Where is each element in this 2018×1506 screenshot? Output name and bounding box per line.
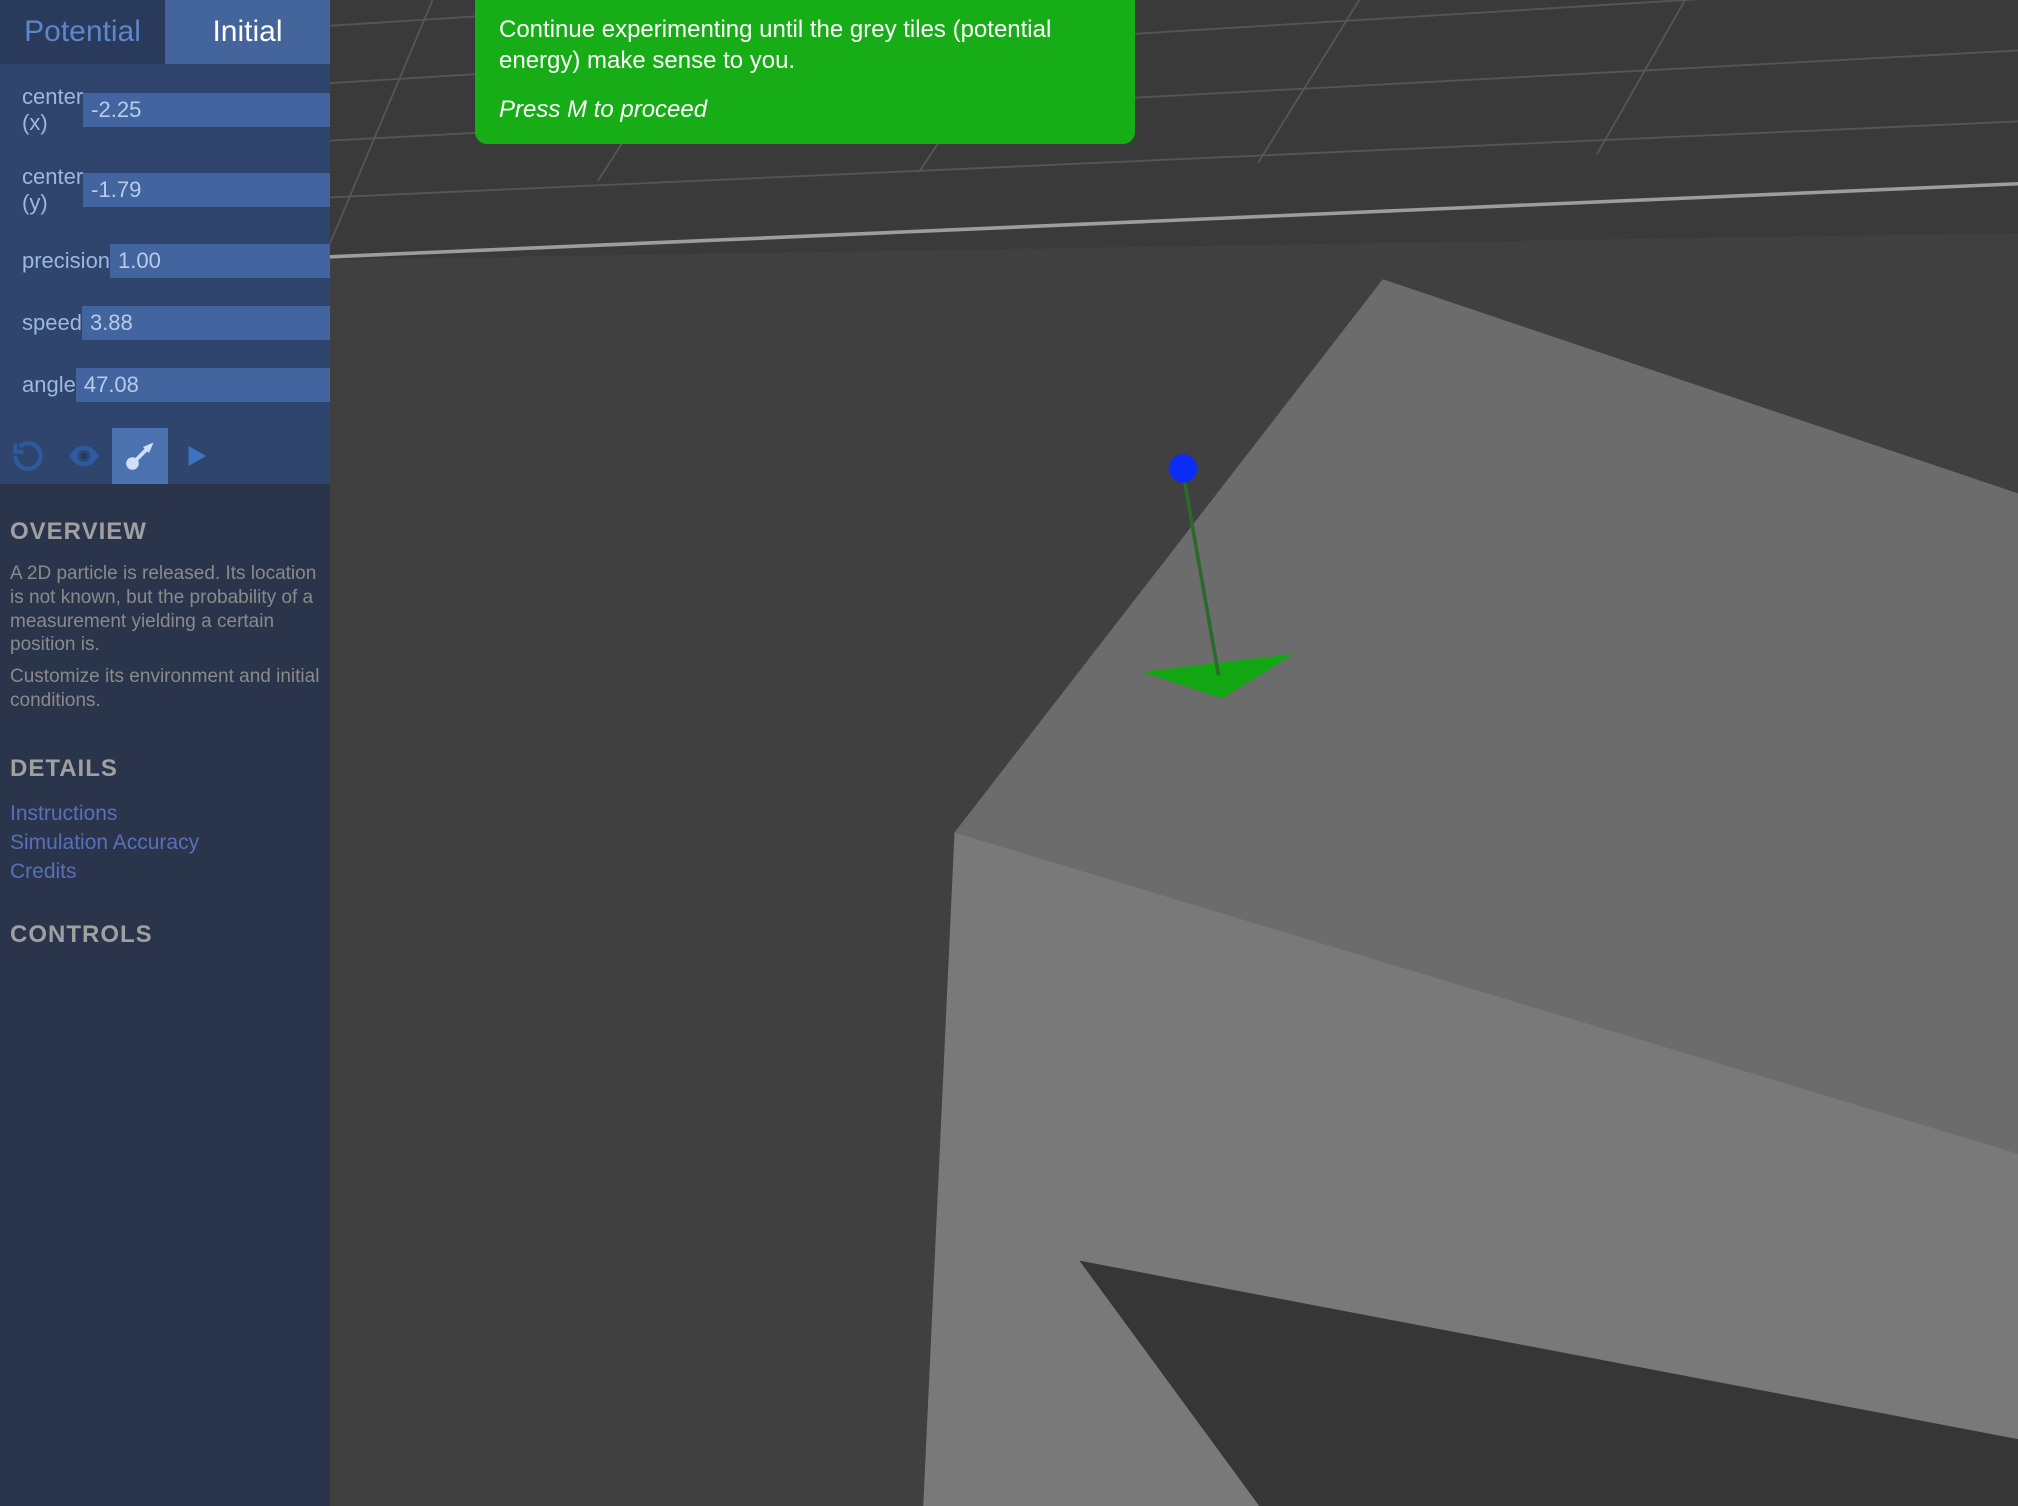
speed-input[interactable] — [82, 306, 330, 340]
param-label: angle — [22, 372, 76, 398]
link-credits[interactable]: Credits — [10, 857, 320, 886]
params-panel: center (x) center (y) precision speed an… — [0, 64, 330, 428]
precision-input[interactable] — [110, 244, 330, 278]
center-x-input[interactable] — [83, 93, 330, 127]
details-heading: DETAILS — [10, 755, 320, 783]
link-simulation-accuracy[interactable]: Simulation Accuracy — [10, 828, 320, 857]
hint-proceed: Press M to proceed — [499, 94, 1111, 125]
hint-text: Continue experimenting until the grey ti… — [499, 14, 1111, 76]
vector-icon — [122, 438, 158, 474]
overview-text: A 2D particle is released. Its location … — [10, 562, 320, 657]
tabs: Potential Initial — [0, 0, 330, 64]
eye-icon — [66, 438, 102, 474]
play-icon — [181, 441, 211, 471]
param-label: speed — [22, 310, 82, 336]
param-row-angle: angle — [22, 368, 312, 402]
toolbar — [0, 428, 330, 484]
refresh-icon — [11, 439, 45, 473]
param-label: center (x) — [22, 84, 83, 136]
viewport-3d[interactable]: Continue experimenting until the grey ti… — [330, 0, 2018, 1506]
param-label: center (y) — [22, 164, 83, 216]
param-row-center-y: center (y) — [22, 164, 312, 216]
tab-label: Potential — [24, 15, 141, 49]
tab-initial[interactable]: Initial — [165, 0, 330, 64]
param-label: precision — [22, 248, 110, 274]
overview-heading: OVERVIEW — [10, 518, 320, 546]
eye-button[interactable] — [56, 428, 112, 484]
tab-potential[interactable]: Potential — [0, 0, 165, 64]
app-root: Potential Initial center (x) center (y) … — [0, 0, 2018, 1506]
scene-canvas — [330, 0, 2018, 1506]
link-instructions[interactable]: Instructions — [10, 799, 320, 828]
tab-label: Initial — [212, 15, 282, 49]
details-links: Instructions Simulation Accuracy Credits — [10, 799, 320, 887]
angle-input[interactable] — [76, 368, 330, 402]
refresh-button[interactable] — [0, 428, 56, 484]
center-y-input[interactable] — [83, 173, 330, 207]
vector-button[interactable] — [112, 428, 168, 484]
info-panel: OVERVIEW A 2D particle is released. Its … — [0, 484, 330, 985]
sidebar: Potential Initial center (x) center (y) … — [0, 0, 330, 1506]
play-button[interactable] — [168, 428, 224, 484]
controls-heading: CONTROLS — [10, 921, 320, 949]
param-row-speed: speed — [22, 306, 312, 340]
param-row-center-x: center (x) — [22, 84, 312, 136]
hint-banner: Continue experimenting until the grey ti… — [475, 0, 1135, 144]
overview-text: Customize its environment and initial co… — [10, 665, 320, 713]
param-row-precision: precision — [22, 244, 312, 278]
